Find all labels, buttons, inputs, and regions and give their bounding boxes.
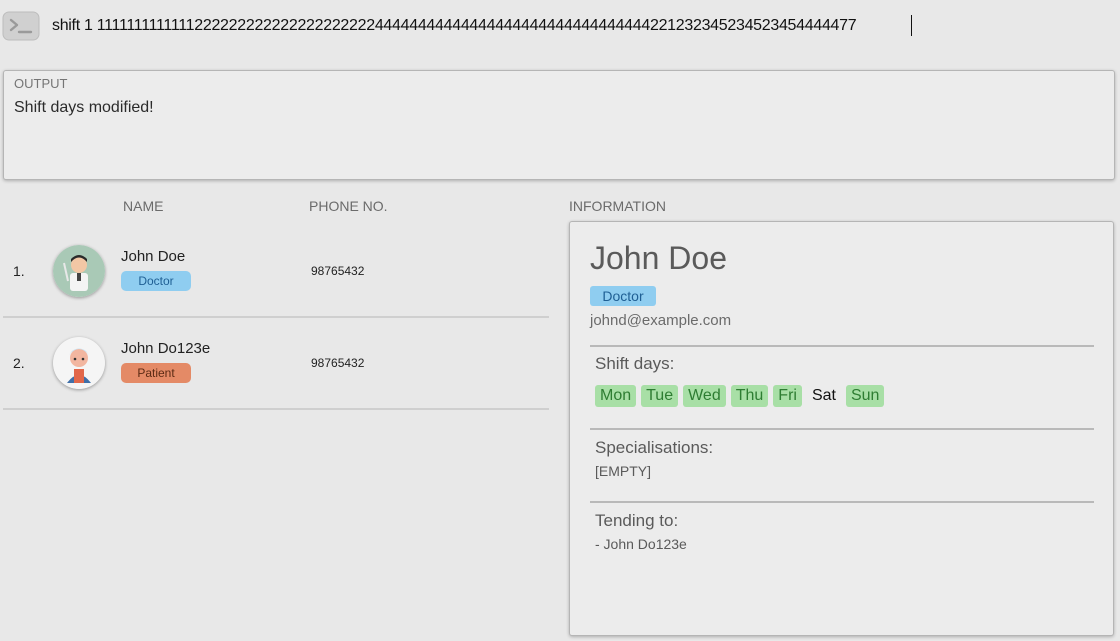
text-caret bbox=[911, 15, 912, 36]
role-badge: Doctor bbox=[121, 271, 191, 291]
tending-value: - John Do123e bbox=[595, 536, 687, 552]
shift-day-sun: Sun bbox=[845, 385, 885, 407]
person-email: johnd@example.com bbox=[590, 312, 732, 329]
phone-column-header: PHONE NO. bbox=[309, 198, 388, 214]
app-window: OUTPUT Shift days modified! NAME PHONE N… bbox=[0, 0, 1120, 641]
divider bbox=[590, 345, 1094, 347]
tending-title: Tending to: bbox=[595, 511, 679, 530]
row-phone: 98765432 bbox=[311, 264, 365, 278]
shift-day-fri: Fri bbox=[773, 385, 802, 407]
shift-days-title: Shift days: bbox=[595, 354, 675, 373]
patient-avatar-icon bbox=[53, 337, 105, 389]
output-message: Shift days modified! bbox=[14, 99, 154, 116]
row-index: 2. bbox=[13, 355, 25, 371]
terminal-icon bbox=[2, 11, 40, 41]
divider bbox=[590, 428, 1094, 430]
name-column-header: NAME bbox=[123, 198, 164, 214]
shift-days-list: Mon Tue Wed Thu Fri Sat Sun bbox=[595, 385, 885, 407]
doctor-avatar-icon bbox=[53, 245, 105, 297]
row-name: John Do123e bbox=[121, 340, 211, 357]
information-header: INFORMATION bbox=[569, 198, 666, 214]
role-badge: Doctor bbox=[590, 286, 656, 306]
command-input[interactable] bbox=[52, 14, 1102, 38]
information-panel: John Doe Doctor johnd@example.com Shift … bbox=[569, 221, 1114, 636]
command-bar bbox=[0, 0, 1120, 54]
output-panel: OUTPUT Shift days modified! bbox=[3, 70, 1115, 180]
list-item[interactable]: 1. John Doe Doctor 98765432 bbox=[3, 226, 549, 318]
role-badge: Patient bbox=[121, 363, 191, 383]
person-name: John Doe bbox=[590, 240, 727, 276]
row-name: John Doe bbox=[121, 248, 186, 265]
specialisations-value: [EMPTY] bbox=[595, 463, 652, 479]
divider bbox=[590, 501, 1094, 503]
row-index: 1. bbox=[13, 263, 25, 279]
list-item[interactable]: 2. John Do123e Patient 98765432 bbox=[3, 318, 549, 410]
shift-day-tue: Tue bbox=[641, 385, 679, 407]
shift-day-thu: Thu bbox=[730, 385, 769, 407]
specialisations-title: Specialisations: bbox=[595, 438, 714, 457]
output-label: OUTPUT bbox=[14, 76, 68, 91]
row-phone: 98765432 bbox=[311, 356, 365, 370]
shift-day-mon: Mon bbox=[595, 385, 637, 407]
shift-day-wed: Wed bbox=[683, 385, 726, 407]
shift-day-sat: Sat bbox=[811, 387, 836, 404]
